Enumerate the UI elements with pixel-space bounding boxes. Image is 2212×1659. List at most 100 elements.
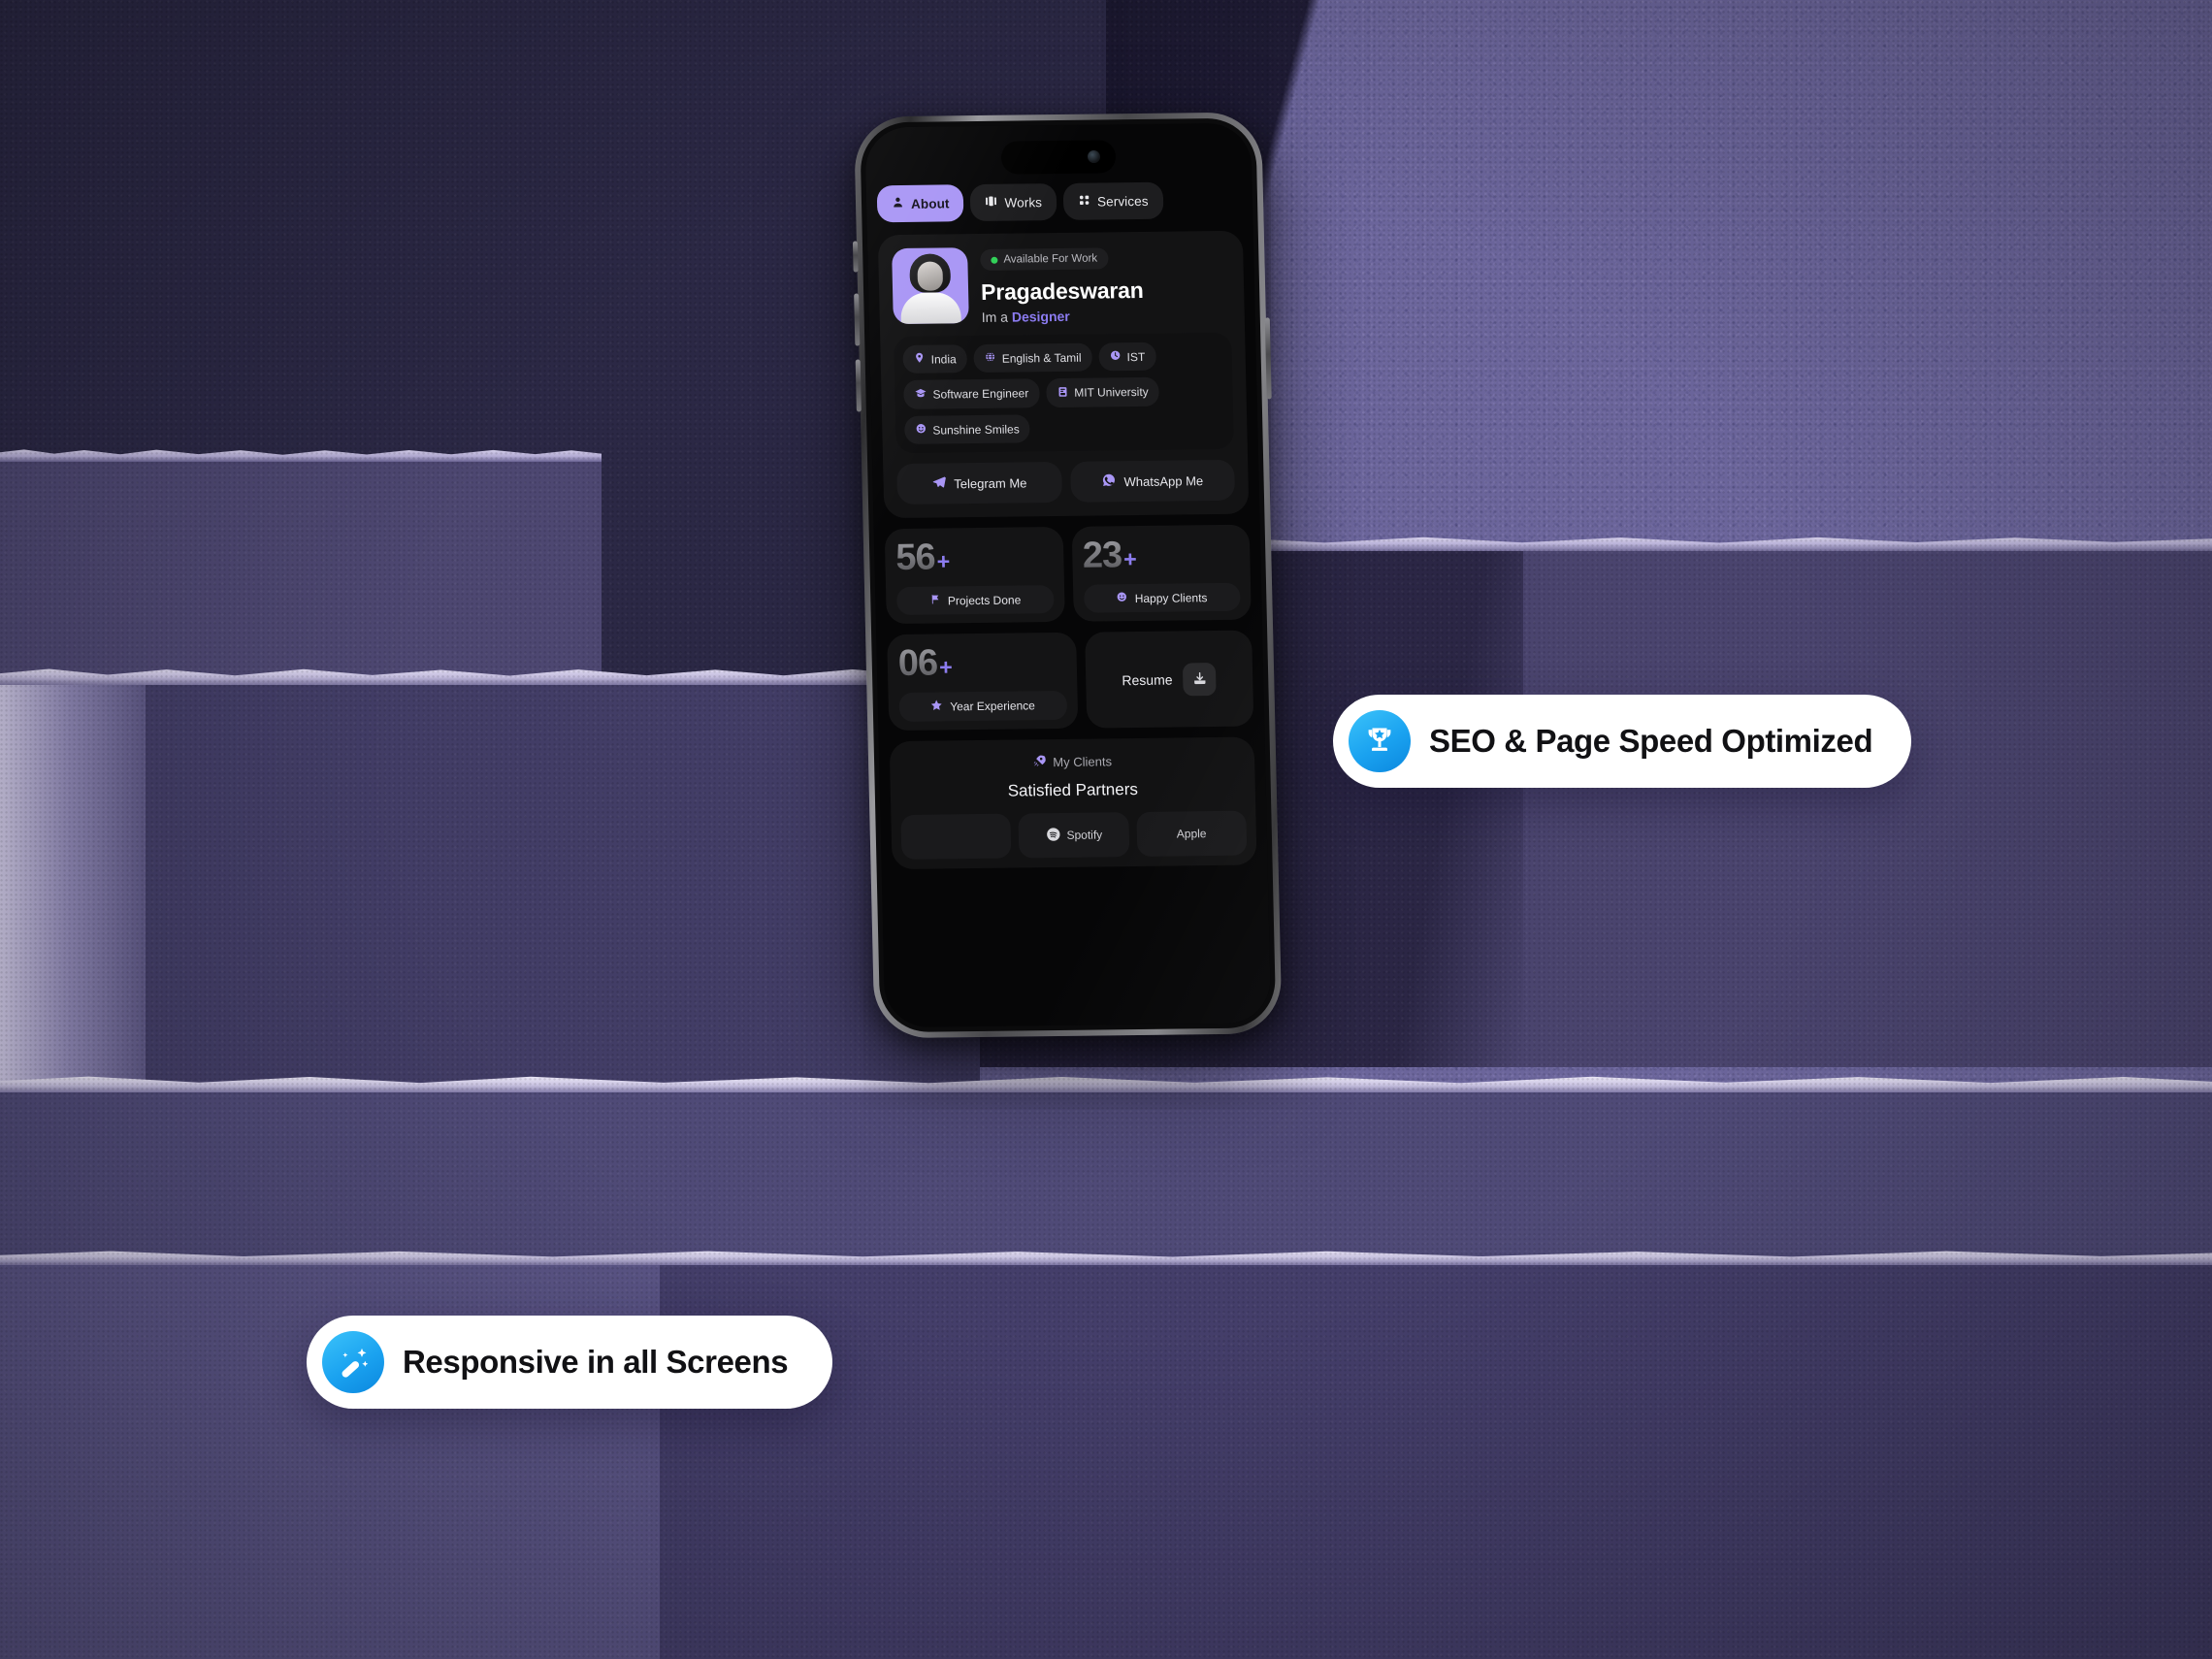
status-dot-icon [991, 256, 998, 264]
smiley-icon [1117, 591, 1128, 605]
clients-label-row: My Clients [1032, 753, 1112, 770]
whatsapp-icon [1101, 472, 1116, 490]
client-logo-1[interactable] [900, 813, 1012, 860]
whatsapp-label: WhatsApp Me [1123, 472, 1204, 489]
smiley-icon [915, 423, 927, 438]
silent-switch[interactable] [852, 241, 859, 273]
client-logo-2[interactable]: Spotify [1018, 812, 1130, 859]
tag-languages[interactable]: English & Tamil [973, 342, 1092, 374]
stat-projects-suffix: + [936, 548, 950, 574]
client-logo-3-label: Apple [1176, 827, 1207, 841]
tag-timezone-label: IST [1126, 349, 1146, 364]
magic-wand-icon [322, 1331, 384, 1393]
feature-pill-responsive-label: Responsive in all Screens [403, 1344, 789, 1380]
portfolio-app: About Works Services Available For Work … [864, 123, 1271, 1028]
feature-pill-seo[interactable]: SEO & Page Speed Optimized [1333, 695, 1912, 788]
stone-step-upper [0, 456, 602, 699]
tag-smiles-label: Sunshine Smiles [932, 421, 1020, 438]
stats-row-2: 06+ Year Experience Resume [887, 630, 1254, 732]
feature-pill-responsive[interactable]: Responsive in all Screens [307, 1316, 833, 1409]
stat-clients-value: 23 [1082, 535, 1122, 576]
columns-icon [985, 195, 997, 211]
avatar-body [900, 292, 961, 324]
resume-button[interactable]: Resume [1084, 630, 1254, 729]
page-title: Pragadeswaran [980, 276, 1144, 305]
clients-title: Satisfied Partners [1007, 780, 1139, 800]
stat-clients-label: Happy Clients [1134, 590, 1208, 605]
stat-experience-label-pill: Year Experience [898, 690, 1067, 723]
whatsapp-button[interactable]: WhatsApp Me [1069, 459, 1236, 503]
building-icon [1057, 385, 1068, 400]
star-icon [930, 699, 943, 714]
availability-label: Available For Work [1003, 252, 1098, 266]
telegram-icon [931, 474, 946, 492]
tag-timezone[interactable]: IST [1098, 342, 1156, 372]
resume-label: Resume [1122, 671, 1173, 688]
stat-experience-suffix: + [938, 654, 952, 680]
tag-occupation[interactable]: Software Engineer [903, 378, 1040, 409]
clients-section: My Clients Satisfied Partners Spotify Ap… [889, 736, 1257, 870]
globe-icon [985, 351, 996, 366]
download-icon[interactable] [1183, 662, 1217, 696]
stat-experience[interactable]: 06+ Year Experience [887, 632, 1078, 732]
spotify-icon [1045, 826, 1060, 844]
profile-role: Im a Designer [982, 307, 1231, 325]
availability-badge: Available For Work [980, 247, 1109, 271]
feature-pill-seo-label: SEO & Page Speed Optimized [1429, 723, 1873, 759]
location-pin-icon [914, 352, 926, 367]
tab-works-label: Works [1004, 194, 1043, 211]
tag-location-label: India [930, 351, 957, 367]
avatar [892, 247, 969, 325]
stat-experience-label: Year Experience [950, 699, 1036, 714]
profile-card: Available For Work Pragadeswaran Im a De… [877, 230, 1250, 519]
scene: About Works Services Available For Work … [0, 0, 2212, 1659]
stat-clients-label-pill: Happy Clients [1083, 582, 1241, 613]
tab-works[interactable]: Works [970, 183, 1057, 222]
stats-row-1: 56+ Projects Done 23+ Happy Clients [884, 524, 1252, 625]
phone-mockup: About Works Services Available For Work … [852, 112, 1283, 1039]
stat-projects[interactable]: 56+ Projects Done [884, 526, 1065, 625]
flag-icon [929, 593, 941, 607]
tag-location[interactable]: India [902, 344, 968, 374]
telegram-button[interactable]: Telegram Me [896, 461, 1062, 505]
client-logo-2-label: Spotify [1066, 828, 1103, 842]
tag-smiles[interactable]: Sunshine Smiles [904, 414, 1031, 444]
phone-screen: About Works Services Available For Work … [864, 122, 1272, 1028]
person-icon [892, 196, 904, 211]
profile-row: Available For Work Pragadeswaran Im a De… [892, 244, 1231, 326]
stat-experience-value: 06 [897, 642, 938, 685]
tag-university[interactable]: MIT University [1045, 376, 1160, 408]
stone-step-lower [0, 679, 980, 1087]
clock-icon [1109, 349, 1121, 364]
tab-services-label: Services [1096, 193, 1149, 209]
tab-about[interactable]: About [876, 184, 964, 223]
stat-projects-label: Projects Done [947, 592, 1022, 607]
trophy-icon [1349, 710, 1411, 772]
stat-clients[interactable]: 23+ Happy Clients [1071, 524, 1252, 622]
tag-list: India English & Tamil IST Software Engin… [894, 332, 1234, 454]
stat-experience-value-wrap: 06+ [897, 643, 1065, 682]
tag-languages-label: English & Tamil [1001, 350, 1082, 366]
tag-university-label: MIT University [1074, 384, 1149, 400]
stat-projects-value-wrap: 56+ [895, 537, 1053, 576]
role-value: Designer [1011, 308, 1070, 325]
profile-info: Available For Work Pragadeswaran Im a De… [980, 244, 1231, 325]
screen-bottom-fade [882, 916, 1272, 1028]
stat-clients-value-wrap: 23+ [1082, 536, 1239, 574]
stat-projects-label-pill: Projects Done [896, 585, 1055, 616]
telegram-label: Telegram Me [954, 474, 1027, 491]
rocket-icon [1032, 754, 1046, 770]
stone-step-lower-side [0, 679, 146, 1087]
avatar-face [917, 261, 944, 291]
front-camera-icon [1087, 149, 1101, 164]
grid-4-icon [1078, 194, 1090, 210]
stat-projects-value: 56 [895, 537, 936, 579]
tab-services[interactable]: Services [1062, 181, 1164, 220]
dynamic-island [1000, 140, 1117, 175]
clients-label: My Clients [1053, 754, 1113, 770]
client-logo-3[interactable]: Apple [1135, 810, 1248, 858]
role-prefix: Im a [981, 309, 1013, 325]
graduation-cap-icon [914, 387, 927, 403]
contact-buttons: Telegram Me WhatsApp Me [896, 459, 1236, 505]
tab-about-label: About [910, 195, 950, 211]
